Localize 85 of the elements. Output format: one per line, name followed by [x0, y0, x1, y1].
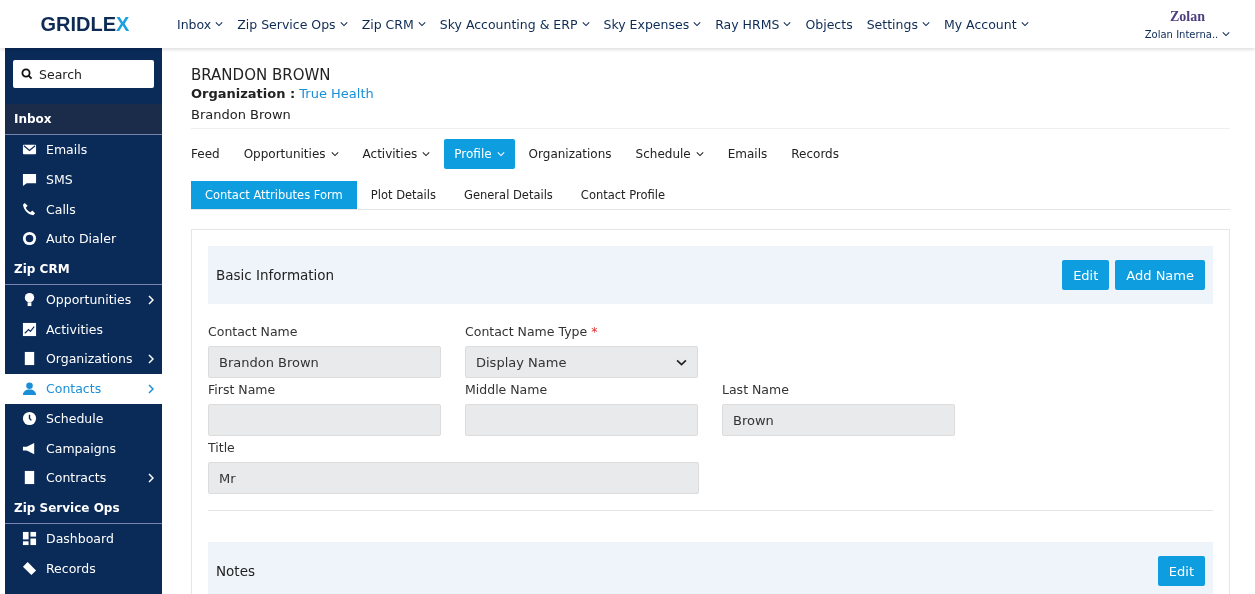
sidebar-item-label: SMS	[46, 172, 74, 188]
person-icon	[22, 381, 37, 397]
sidebar-item-label: Records	[46, 560, 97, 576]
select-field[interactable]: Display Name	[465, 346, 698, 378]
tag-icon	[22, 560, 37, 576]
field-label: Contact Name Type	[465, 324, 588, 339]
nav-menu-item[interactable]: Inbox	[170, 16, 231, 32]
tab[interactable]: Opportunities	[233, 139, 349, 169]
sidebar-item-label: Emails	[46, 142, 89, 158]
field-label: First Name	[208, 382, 276, 397]
input-field[interactable]: Brandon Brown	[208, 346, 441, 378]
sidebar-item[interactable]: Contacts	[5, 373, 162, 404]
tab[interactable]: Schedule	[625, 139, 714, 169]
sidebar-item[interactable]: Records	[5, 553, 162, 583]
chat-icon	[22, 172, 37, 188]
sidebar-item-label: Dashboard	[46, 530, 115, 546]
subtab[interactable]: General Details	[450, 181, 567, 209]
dashboard-icon	[22, 530, 37, 546]
sidebar-item[interactable]: Campaigns	[5, 433, 162, 463]
subtab[interactable]: Plot Details	[356, 181, 450, 209]
document-icon	[22, 470, 37, 486]
chevron-down-icon	[1222, 31, 1231, 37]
nav-menu-item[interactable]: Ray HRMS	[708, 16, 799, 32]
sidebar-item-label: Activities	[46, 321, 105, 337]
organization-label: Organization :	[191, 86, 296, 101]
sidebar-item[interactable]: Dashboard	[5, 523, 162, 554]
sidebar-item-label: Campaigns	[46, 440, 117, 456]
sidebar-item-label: Organizations	[46, 351, 134, 367]
sidebar-item-label: Auto Dialer	[46, 231, 118, 247]
nav-menu-item[interactable]: Settings	[859, 16, 937, 32]
sidebar-item[interactable]: Contracts	[5, 462, 162, 493]
sidebar-item-label: Opportunities	[46, 292, 133, 308]
sidebar-item-label: Contacts	[46, 381, 103, 397]
search-icon	[21, 68, 33, 80]
tab[interactable]: Activities	[352, 139, 441, 169]
tab[interactable]: Feed	[191, 139, 230, 169]
input-field[interactable]	[208, 404, 441, 436]
nav-menu-item[interactable]: My Account	[936, 16, 1036, 32]
input-field[interactable]: Brown	[722, 404, 955, 436]
contact-name: BRANDON BROWN	[191, 66, 332, 84]
subtab[interactable]: Contact Profile	[566, 181, 679, 209]
tab[interactable]: Organizations	[518, 139, 622, 169]
sidebar-item[interactable]: Auto Dialer	[5, 224, 162, 254]
sidebar-item-label: Contracts	[46, 470, 108, 486]
nav-menu-item[interactable]: Sky Expenses	[596, 16, 709, 32]
sidebar-item[interactable]: SMS	[5, 164, 162, 195]
field-label: Contact Name	[208, 324, 298, 339]
sidebar-section-title: Zip CRM	[5, 253, 162, 285]
field-label: Middle Name	[465, 382, 548, 397]
sidebar-item[interactable]: Calls	[5, 194, 162, 225]
sidebar-section-title: Zip Service Ops	[5, 492, 162, 524]
tab[interactable]: Emails	[717, 139, 778, 169]
tab[interactable]: Records	[781, 139, 849, 169]
sidebar-item[interactable]: Opportunities	[5, 284, 162, 315]
clock-icon	[22, 410, 37, 426]
chevron-down-icon	[676, 358, 687, 366]
sidebar-section-title: Inbox	[5, 104, 162, 135]
sidebar-item[interactable]: Schedule	[5, 403, 162, 434]
lightbulb-icon	[22, 292, 37, 308]
nav-menu-item[interactable]: Zip Service Ops	[230, 16, 355, 32]
sidebar-item-label: Schedule	[46, 410, 105, 426]
sidebar-item[interactable]: Activities	[5, 314, 162, 345]
input-field[interactable]	[465, 404, 698, 436]
required-marker: *	[591, 324, 598, 339]
nav-menu-item[interactable]: Zip CRM	[354, 16, 433, 32]
document-icon	[22, 351, 37, 367]
sidebar-item[interactable]: Emails	[5, 135, 162, 165]
phone-icon	[22, 201, 37, 217]
chart-icon	[22, 321, 37, 337]
field-label: Title	[208, 440, 235, 455]
organization-link[interactable]: True Health	[299, 86, 374, 101]
section-title: Basic Information	[216, 267, 335, 283]
company-switcher[interactable]: Zolan Interna..	[1144, 28, 1231, 40]
nav-menu-item[interactable]: Sky Accounting & ERP	[432, 16, 597, 32]
company-logo: Zolan	[1170, 8, 1205, 25]
field-label: Last Name	[722, 382, 789, 397]
logo: GRIDLEX	[39, 12, 131, 36]
input-field[interactable]: Mr	[208, 462, 699, 494]
contact-display-name: Brandon Brown	[191, 107, 1230, 129]
megaphone-icon	[22, 440, 37, 456]
sidebar-item-label: Calls	[46, 201, 77, 217]
nav-menu-item[interactable]: Objects	[798, 16, 860, 32]
search-field[interactable]: Search	[13, 60, 154, 88]
sidebar-item[interactable]: Organizations	[5, 344, 162, 374]
section-title: Notes	[216, 563, 255, 579]
